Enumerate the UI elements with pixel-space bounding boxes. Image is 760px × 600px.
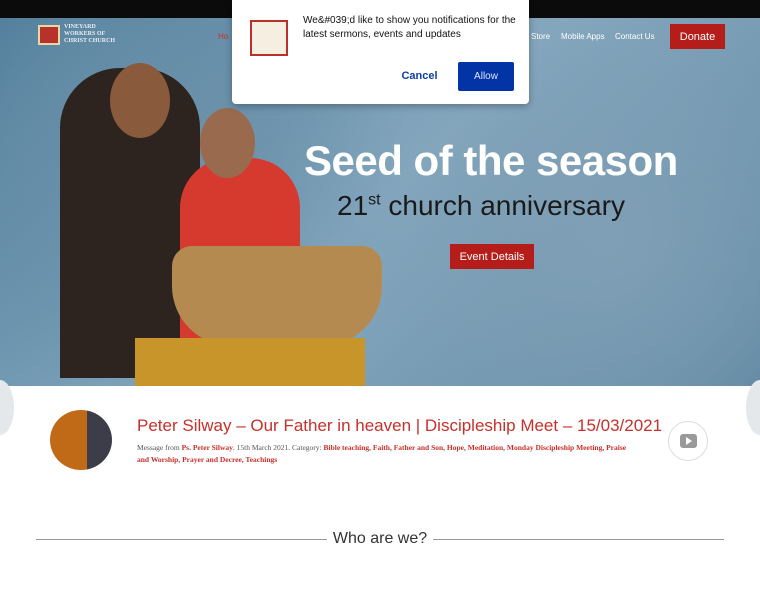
nav-store[interactable]: Store [531, 32, 550, 41]
nav-mobile-apps[interactable]: Mobile Apps [561, 32, 605, 41]
section-heading: Who are we? [332, 530, 428, 547]
nav-contact-us[interactable]: Contact Us [615, 32, 655, 41]
play-button[interactable] [668, 421, 708, 461]
who-are-we-heading: Who are we? [36, 530, 725, 548]
divider [36, 538, 327, 540]
meta-prefix: Message from [137, 443, 182, 452]
subtitle-suffix: st [368, 191, 381, 209]
event-details-button[interactable]: Event Details [450, 244, 534, 269]
allow-button[interactable]: Allow [458, 62, 514, 91]
logo[interactable]: VINEYARD WORKERS OF CHRIST CHURCH [38, 24, 124, 45]
bible-logo-icon [250, 20, 288, 56]
logo-text: VINEYARD WORKERS OF CHRIST CHURCH [64, 24, 116, 44]
notification-popup: We&#039;d like to show you notifications… [232, 0, 529, 104]
subtitle-text: church anniversary [380, 190, 625, 221]
nav-home[interactable]: Ho [218, 32, 228, 41]
donate-button[interactable]: Donate [670, 24, 725, 49]
hero-image-head [110, 63, 170, 138]
bible-logo-icon [38, 24, 60, 45]
meta-date: . 15th March 2021. Category: [232, 443, 324, 452]
author-link[interactable]: Ps. Peter Silway [182, 443, 233, 452]
hero-image-stand [135, 338, 365, 386]
hero-image-head [200, 108, 255, 178]
divider [433, 538, 725, 540]
hero-subtitle: 21st church anniversary [337, 190, 625, 222]
hero-image-basket [172, 246, 382, 346]
latest-sermon [0, 386, 760, 486]
popup-message: We&#039;d like to show you notifications… [303, 15, 516, 40]
youtube-play-icon [679, 434, 697, 448]
cancel-button[interactable]: Cancel [392, 65, 447, 87]
sermon-thumbnail[interactable] [50, 410, 112, 470]
sermon-title[interactable]: Peter Silway – Our Father in heaven | Di… [137, 416, 662, 436]
hero-title: Seed of the season [304, 137, 678, 184]
subtitle-number: 21 [337, 190, 369, 221]
sermon-meta: Message from Ps. Peter Silway. 15th Marc… [137, 442, 637, 466]
